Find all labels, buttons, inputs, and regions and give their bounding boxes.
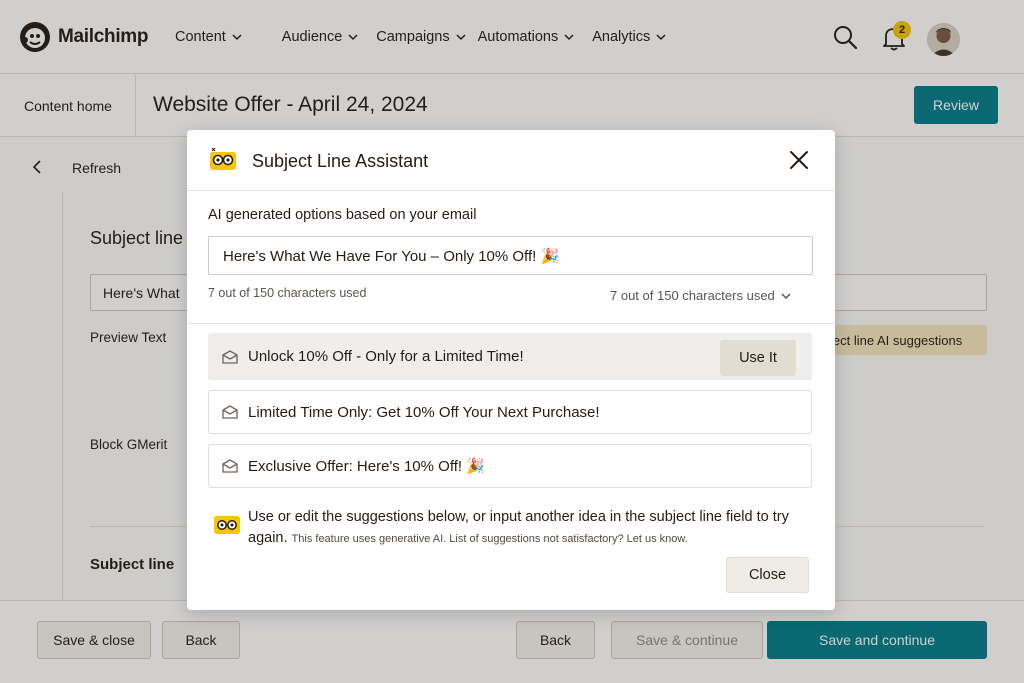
envelope-icon	[222, 349, 238, 364]
nerd-glasses-icon	[210, 147, 236, 170]
close-icon[interactable]	[788, 149, 810, 171]
use-it-button[interactable]: Use It	[720, 340, 796, 376]
character-count: 7 out of 150 characters used	[208, 286, 367, 300]
character-count-label: 7 out of 150 characters used	[610, 288, 775, 303]
suggestion-text: Exclusive Offer: Here's 10% Off! 🎉	[248, 458, 485, 475]
footnote-disclaimer: This feature uses generative AI. List of…	[291, 533, 688, 545]
dialog-header: Subject Line Assistant	[187, 130, 835, 191]
nerd-glasses-icon	[214, 516, 240, 534]
suggestion-item[interactable]: Unlock 10% Off - Only for a Limited Time…	[208, 333, 812, 380]
divider	[187, 323, 835, 324]
close-button[interactable]: Close	[726, 557, 809, 593]
suggestion-text: Limited Time Only: Get 10% Off Your Next…	[248, 403, 600, 421]
character-count-toggle[interactable]: 7 out of 150 characters used	[610, 288, 791, 303]
dialog-subtitle: AI generated options based on your email	[208, 207, 477, 223]
dialog-title: Subject Line Assistant	[252, 151, 429, 171]
suggestion-item[interactable]: Limited Time Only: Get 10% Off Your Next…	[208, 390, 812, 434]
chevron-down-icon	[781, 292, 791, 299]
suggestion-item[interactable]: Exclusive Offer: Here's 10% Off! 🎉	[208, 444, 812, 488]
dialog-footnote: Use or edit the suggestions below, or in…	[248, 507, 808, 550]
subject-line-field[interactable]: Here's What We Have For You – Only 10% O…	[208, 236, 813, 275]
subject-line-assistant-dialog: Subject Line Assistant AI generated opti…	[187, 130, 835, 610]
suggestion-text: Unlock 10% Off - Only for a Limited Time…	[248, 348, 524, 365]
envelope-icon	[222, 405, 238, 419]
envelope-icon	[222, 459, 238, 473]
